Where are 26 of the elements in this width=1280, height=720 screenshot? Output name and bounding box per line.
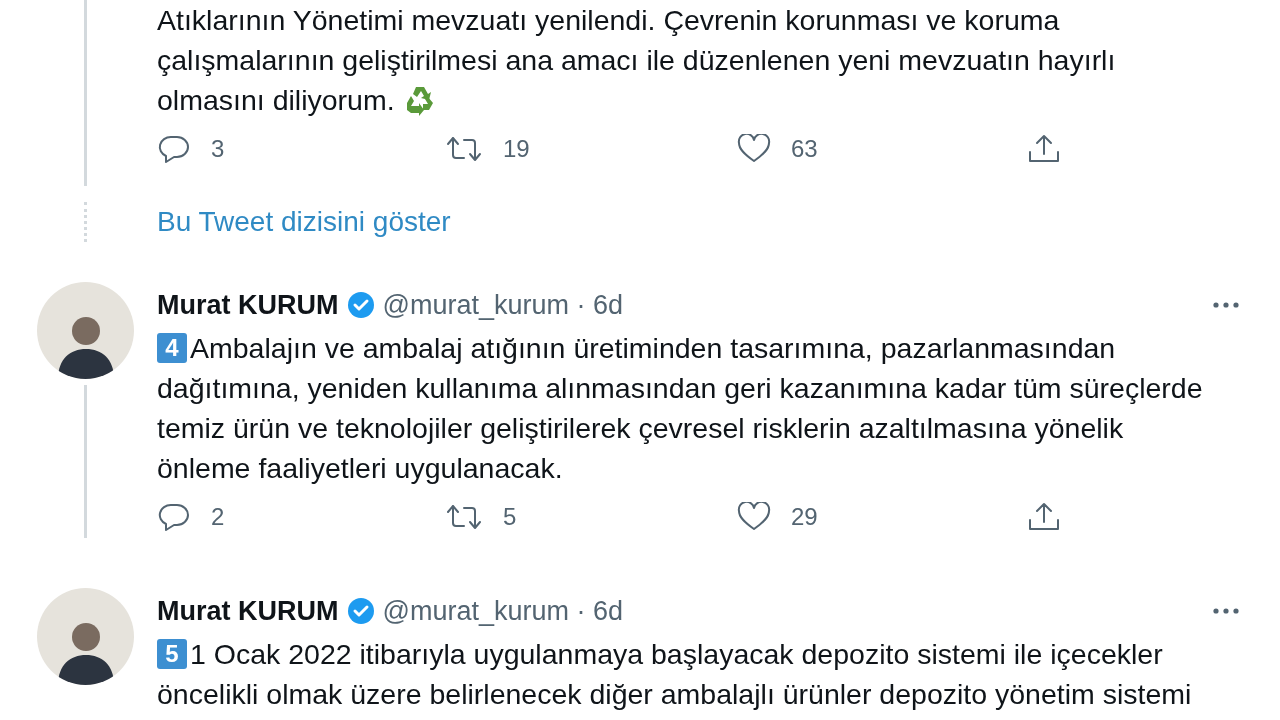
more-icon[interactable] bbox=[1212, 301, 1240, 309]
tweet-text: 5 1 Ocak 2022 itibarıyla uygulanmaya başlayacak depozito sistemi ile içecekler öncelikli olmak üzere belirlenecek diğer ambalajlı ürünler depozito yönetim sistemi bbox=[157, 637, 1193, 712]
retweet-count: 5 bbox=[503, 503, 517, 531]
reply-count: 3 bbox=[211, 135, 225, 163]
like-count: 63 bbox=[791, 135, 818, 163]
more-icon[interactable] bbox=[1212, 607, 1240, 615]
retweet-icon[interactable] bbox=[445, 135, 483, 163]
show-thread-link[interactable]: Bu Tweet dizisini göster bbox=[157, 202, 1240, 242]
share-icon[interactable] bbox=[1027, 133, 1061, 165]
tweet-text: 4 Ambalajın ve ambalaj atığının üretiminden tasarımına, pazarlanmasından dağıtımına, yeniden kullanıma alınmasından geri kazanımına kadar tüm süreçlerde temiz ürün ve teknolojiler geliştirilerek çevresel risklerin azaltılmasına yönelik önleme faaliyetleri uygulanacak. bbox=[157, 331, 1204, 486]
handle-and-time: @murat_kurum · 6d bbox=[382, 595, 623, 627]
handle-and-time: @murat_kurum · 6d bbox=[382, 289, 623, 321]
like-count: 29 bbox=[791, 503, 818, 531]
author-name[interactable]: Murat KURUM bbox=[157, 289, 339, 321]
heart-icon[interactable] bbox=[737, 134, 771, 164]
retweet-count: 19 bbox=[503, 135, 530, 163]
share-icon[interactable] bbox=[1027, 501, 1061, 533]
reply-count: 2 bbox=[211, 503, 225, 531]
number-badge: 5 bbox=[157, 639, 187, 669]
reply-icon[interactable] bbox=[157, 134, 191, 164]
reply-icon[interactable] bbox=[157, 502, 191, 532]
heart-icon[interactable] bbox=[737, 502, 771, 532]
number-badge: 4 bbox=[157, 333, 187, 363]
author-name[interactable]: Murat KURUM bbox=[157, 595, 339, 627]
retweet-icon[interactable] bbox=[445, 503, 483, 531]
tweet-text: Atıklarının Yönetimi mevzuatı yenilendi. Çevrenin korunması ve koruma çalışmalarının geliştirilmesi ana amacı ile düzenlenen yeni mevzuatın hayırlı olmasını diliyorum. bbox=[157, 3, 1117, 119]
